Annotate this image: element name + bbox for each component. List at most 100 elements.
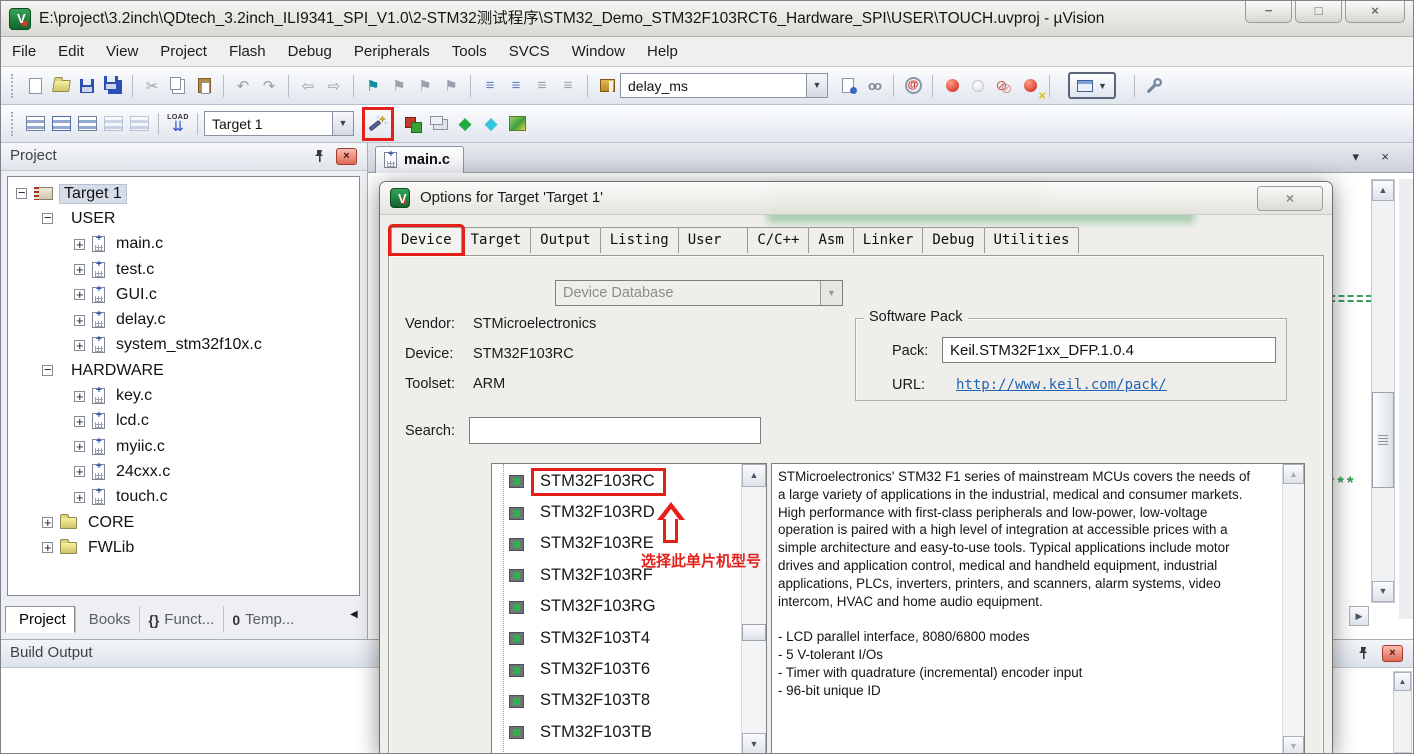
build-output-scrollbar[interactable]: ▲: [1393, 671, 1412, 753]
tree-expander[interactable]: [74, 264, 85, 275]
panel-tab[interactable]: 0 Temp...: [223, 606, 303, 633]
pin-icon[interactable]: [311, 149, 327, 165]
device-list-item[interactable]: STM32F103T4: [492, 623, 740, 654]
navigate-back-button[interactable]: ⇦: [296, 73, 320, 99]
pack-field[interactable]: Keil.STM32F1xx_DFP.1.0.4: [942, 337, 1276, 363]
dialog-tab[interactable]: Asm: [808, 227, 853, 253]
tree-item[interactable]: CORE: [8, 510, 359, 535]
tree-expander[interactable]: [74, 492, 85, 503]
dialog-tab[interactable]: Debug: [922, 227, 984, 253]
device-list-scrollbar[interactable]: ▲ ▼: [741, 464, 766, 754]
menu-item[interactable]: Peripherals: [343, 37, 441, 66]
tree-item[interactable]: USER: [8, 206, 359, 231]
file-extensions-button[interactable]: [427, 111, 451, 137]
description-scroll-down[interactable]: ▼: [1283, 736, 1304, 754]
tree-item[interactable]: FWLib: [8, 535, 359, 560]
tree-expander[interactable]: [42, 365, 53, 376]
menu-item[interactable]: SVCS: [498, 37, 561, 66]
target-dropdown-button[interactable]: ▼: [332, 112, 353, 135]
runtime-environment-button[interactable]: ◆: [453, 111, 477, 137]
description-scrollbar[interactable]: ▲ ▼: [1282, 464, 1304, 754]
find-in-document-button[interactable]: [836, 73, 860, 99]
insert-breakpoint-button[interactable]: [940, 73, 964, 99]
navigate-forward-button[interactable]: ⇨: [322, 73, 346, 99]
device-list-item[interactable]: STM32F103RD: [492, 497, 740, 528]
device-list-scroll-up[interactable]: ▲: [742, 464, 766, 487]
tree-expander[interactable]: [74, 466, 85, 477]
tree-item[interactable]: HARDWARE: [8, 358, 359, 383]
tree-expander[interactable]: [74, 340, 85, 351]
device-list-item[interactable]: STM32F103RG: [492, 592, 740, 623]
kill-all-breakpoints-button[interactable]: ×: [1018, 73, 1042, 99]
debug-windows-button[interactable]: ▼: [1057, 73, 1127, 99]
tree-item[interactable]: delay.c: [8, 307, 359, 332]
tree-item[interactable]: Target 1: [8, 181, 359, 206]
build-output-pin-icon[interactable]: [1355, 646, 1371, 662]
tree-expander[interactable]: [74, 391, 85, 402]
prev-bookmark-button[interactable]: ⚑: [387, 73, 411, 99]
pack-url-link[interactable]: http://www.keil.com/pack/: [956, 377, 1167, 393]
target-selector[interactable]: Target 1 ▼: [204, 111, 354, 136]
find-in-files-button[interactable]: [595, 73, 619, 99]
device-list-item[interactable]: STM32F103V8: [492, 749, 740, 754]
dialog-close-button[interactable]: ×: [1257, 186, 1323, 211]
project-panel-close-button[interactable]: ×: [336, 148, 357, 165]
menu-item[interactable]: Window: [561, 37, 636, 66]
tree-expander[interactable]: [74, 416, 85, 427]
menu-item[interactable]: Flash: [218, 37, 277, 66]
dialog-tab[interactable]: Utilities: [984, 227, 1080, 253]
tree-item[interactable]: key.c: [8, 383, 359, 408]
dialog-tab[interactable]: Device: [391, 227, 462, 253]
build-button[interactable]: [49, 111, 73, 137]
device-list-item[interactable]: STM32F103TB: [492, 717, 740, 748]
device-list-item[interactable]: STM32F103RC: [492, 466, 740, 497]
comment-button[interactable]: ≡: [530, 73, 554, 99]
new-file-button[interactable]: [23, 73, 47, 99]
copy-button[interactable]: [166, 73, 190, 99]
tree-expander[interactable]: [42, 213, 53, 224]
find-combobox[interactable]: delay_ms ▼: [620, 73, 828, 98]
device-database-dropdown-button[interactable]: ▼: [820, 281, 842, 305]
manage-components-button[interactable]: [401, 111, 425, 137]
dialog-tab[interactable]: Output: [530, 227, 601, 253]
panel-tab[interactable]: {} Funct...: [139, 606, 223, 633]
device-list-scroll-down[interactable]: ▼: [742, 733, 766, 754]
tree-expander[interactable]: [42, 542, 53, 553]
panel-tab[interactable]: Project: [5, 606, 75, 633]
device-list-item[interactable]: STM32F103T8: [492, 686, 740, 717]
stop-build-button[interactable]: [127, 111, 151, 137]
tree-expander[interactable]: [42, 517, 53, 528]
dialog-tab[interactable]: User: [678, 227, 749, 253]
tree-item[interactable]: lcd.c: [8, 409, 359, 434]
enable-breakpoint-button[interactable]: [966, 73, 990, 99]
document-list-button[interactable]: ▾: [1352, 149, 1359, 165]
tree-item[interactable]: main.c: [8, 232, 359, 257]
pack-installer-button[interactable]: [505, 111, 529, 137]
disable-all-breakpoints-button[interactable]: ⊘: [992, 73, 1016, 99]
menu-item[interactable]: File: [1, 37, 47, 66]
menu-item[interactable]: Project: [149, 37, 218, 66]
options-for-target-button[interactable]: [366, 111, 390, 137]
menu-item[interactable]: Tools: [441, 37, 498, 66]
paste-button[interactable]: [192, 73, 216, 99]
tab-scroll-left-button[interactable]: ◀: [350, 609, 358, 620]
maximize-button[interactable]: □: [1295, 1, 1342, 23]
editor-vertical-scrollbar[interactable]: ▲ ▼: [1371, 179, 1395, 603]
tree-expander[interactable]: [16, 188, 27, 199]
unindent-button[interactable]: ≡: [504, 73, 528, 99]
scroll-down-button[interactable]: ▼: [1372, 581, 1394, 602]
save-button[interactable]: [75, 73, 99, 99]
dialog-tab[interactable]: Listing: [600, 227, 679, 253]
download-button[interactable]: LOAD ⇊: [166, 111, 190, 137]
tree-expander[interactable]: [74, 289, 85, 300]
description-scroll-up[interactable]: ▲: [1283, 464, 1304, 484]
build-output-close-button[interactable]: ×: [1382, 645, 1403, 662]
search-input[interactable]: [469, 417, 761, 444]
panel-tab[interactable]: Books: [75, 606, 140, 633]
tree-item[interactable]: touch.c: [8, 485, 359, 510]
redo-button[interactable]: ↷: [257, 73, 281, 99]
dialog-tab[interactable]: C/C++: [747, 227, 809, 253]
batch-build-button[interactable]: [101, 111, 125, 137]
tree-expander[interactable]: [74, 441, 85, 452]
rebuild-button[interactable]: [75, 111, 99, 137]
